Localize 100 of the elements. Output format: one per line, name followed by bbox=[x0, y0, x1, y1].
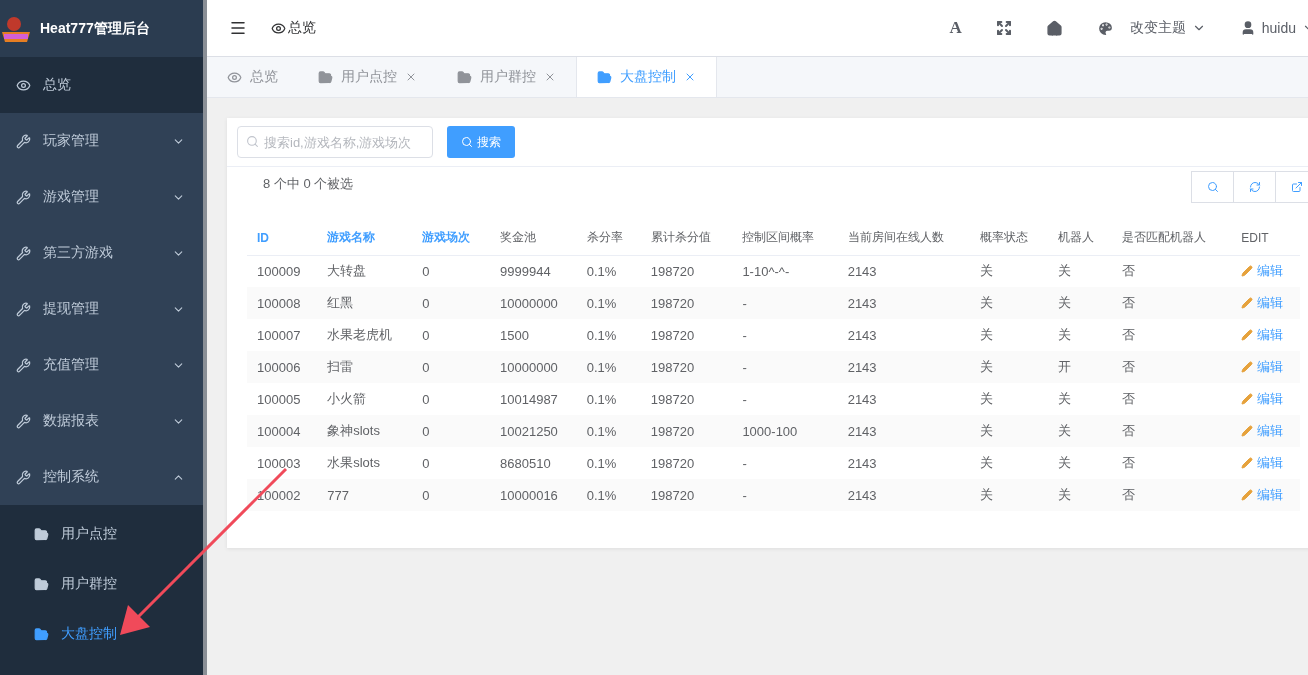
table-cell: 2143 bbox=[837, 351, 971, 383]
submenu-item[interactable]: 用户点控 bbox=[0, 509, 203, 559]
edit-link[interactable]: 编辑 bbox=[1241, 294, 1284, 312]
table-cell: 0 bbox=[412, 415, 490, 447]
page-tab[interactable]: 总览 bbox=[207, 57, 298, 97]
page-tab[interactable]: 用户点控 bbox=[298, 57, 437, 97]
column-header: 累计杀分值 bbox=[640, 221, 733, 255]
wrench-icon bbox=[16, 413, 31, 429]
edit-link[interactable]: 编辑 bbox=[1241, 486, 1284, 504]
column-header: 概率状态 bbox=[970, 221, 1049, 255]
pencil-icon bbox=[1241, 457, 1254, 469]
edit-link[interactable]: 编辑 bbox=[1241, 262, 1284, 281]
search-toggle-button[interactable] bbox=[1191, 171, 1234, 203]
table-cell: 0.1% bbox=[576, 319, 641, 351]
table-cell: 象神slots bbox=[317, 415, 413, 447]
folder-icon bbox=[318, 69, 333, 85]
selection-count: 8 个中 0 个被选 bbox=[263, 175, 354, 193]
table-cell: 否 bbox=[1112, 319, 1232, 351]
column-header[interactable]: ID bbox=[247, 221, 318, 255]
refresh-button[interactable] bbox=[1233, 171, 1276, 203]
table-cell: 0.1% bbox=[576, 383, 641, 415]
table-cell: 100006 bbox=[247, 351, 318, 383]
sidebar-item[interactable]: 总览 bbox=[0, 57, 203, 113]
search-icon bbox=[1206, 181, 1219, 193]
table-cell: 0 bbox=[412, 319, 490, 351]
brand-title: Heat777管理后台 bbox=[40, 19, 150, 38]
wrench-icon bbox=[16, 133, 31, 149]
table-cell: 10000016 bbox=[490, 479, 577, 511]
table-cell: 100009 bbox=[247, 255, 318, 287]
table-cell: 关 bbox=[1048, 319, 1113, 351]
table-cell: 1500 bbox=[490, 319, 577, 351]
table-cell: 10021250 bbox=[490, 415, 577, 447]
table-cell: 关 bbox=[1048, 255, 1113, 287]
sidebar-item[interactable]: 提现管理 bbox=[0, 281, 203, 337]
page-tab[interactable]: 用户群控 bbox=[437, 57, 576, 97]
wrench-icon bbox=[16, 189, 31, 205]
table-cell: 否 bbox=[1112, 447, 1232, 479]
close-icon[interactable] bbox=[684, 71, 696, 83]
wrench-icon bbox=[16, 469, 31, 485]
sidebar-item[interactable]: 数据报表 bbox=[0, 393, 203, 449]
table-cell: 0 bbox=[412, 287, 490, 319]
sidebar-item[interactable]: 第三方游戏 bbox=[0, 225, 203, 281]
table-cell: 0.1% bbox=[576, 479, 641, 511]
pencil-icon bbox=[1241, 393, 1254, 405]
table-cell: 0.1% bbox=[576, 351, 641, 383]
table-cell: 水果slots bbox=[317, 447, 413, 479]
table-cell: 2143 bbox=[837, 255, 971, 287]
edit-link[interactable]: 编辑 bbox=[1241, 454, 1284, 472]
submenu-item[interactable]: 大盘控制 bbox=[0, 609, 203, 659]
table-cell: 100008 bbox=[247, 287, 318, 319]
edit-link[interactable]: 编辑 bbox=[1241, 390, 1284, 408]
home-icon[interactable] bbox=[1045, 19, 1063, 37]
search-field[interactable]: 搜索id,游戏名称,游戏场次 bbox=[237, 126, 433, 158]
table-cell: 198720 bbox=[640, 287, 733, 319]
column-header: EDIT bbox=[1231, 221, 1300, 255]
refresh-icon bbox=[1248, 181, 1261, 193]
font-size-button[interactable]: A bbox=[949, 18, 962, 38]
table-cell: - bbox=[732, 287, 838, 319]
menu-icon[interactable] bbox=[229, 19, 247, 37]
sidebar-item[interactable]: 玩家管理 bbox=[0, 113, 203, 169]
table-cell: 198720 bbox=[640, 479, 733, 511]
table-cell: 0 bbox=[412, 255, 490, 287]
sidebar-item[interactable]: 控制系统 bbox=[0, 449, 203, 505]
fullscreen-icon[interactable] bbox=[995, 20, 1012, 36]
table-cell: 100007 bbox=[247, 319, 318, 351]
table-cell: 1-10^-^- bbox=[732, 255, 838, 287]
sidebar-item[interactable]: 充值管理 bbox=[0, 337, 203, 393]
wrench-icon bbox=[16, 245, 31, 261]
table-cell: 关 bbox=[970, 383, 1049, 415]
pencil-icon bbox=[1241, 329, 1254, 341]
table-cell: 关 bbox=[970, 447, 1049, 479]
close-icon[interactable] bbox=[544, 71, 556, 83]
edit-link[interactable]: 编辑 bbox=[1241, 326, 1284, 344]
close-icon[interactable] bbox=[405, 71, 417, 83]
user-dropdown[interactable]: huidu bbox=[1239, 20, 1308, 36]
eye-icon bbox=[227, 69, 242, 85]
table-cell: 水果老虎机 bbox=[317, 319, 413, 351]
table-cell: 100004 bbox=[247, 415, 318, 447]
table-cell: 关 bbox=[970, 351, 1049, 383]
table-cell: 否 bbox=[1112, 415, 1232, 447]
edit-link[interactable]: 编辑 bbox=[1241, 422, 1284, 440]
table-cell: 2143 bbox=[837, 447, 971, 479]
pencil-icon bbox=[1241, 425, 1254, 437]
export-button[interactable] bbox=[1275, 171, 1308, 203]
edit-link[interactable]: 编辑 bbox=[1241, 358, 1284, 376]
table-cell: 否 bbox=[1112, 255, 1232, 287]
column-header[interactable]: 游戏场次 bbox=[412, 221, 490, 255]
table-cell: 198720 bbox=[640, 319, 733, 351]
wrench-icon bbox=[16, 357, 31, 373]
breadcrumb[interactable]: 总览 bbox=[271, 19, 316, 37]
sidebar-item[interactable]: 游戏管理 bbox=[0, 169, 203, 225]
submenu-item[interactable]: 用户群控 bbox=[0, 559, 203, 609]
search-button[interactable]: 搜索 bbox=[447, 126, 515, 158]
table-cell: 198720 bbox=[640, 447, 733, 479]
theme-dropdown[interactable]: 改变主题 bbox=[1096, 19, 1206, 37]
table-cell: 198720 bbox=[640, 351, 733, 383]
page-tab[interactable]: 大盘控制 bbox=[576, 57, 717, 97]
column-header[interactable]: 游戏名称 bbox=[317, 221, 413, 255]
table-cell: 小火箭 bbox=[317, 383, 413, 415]
search-icon bbox=[461, 136, 473, 148]
